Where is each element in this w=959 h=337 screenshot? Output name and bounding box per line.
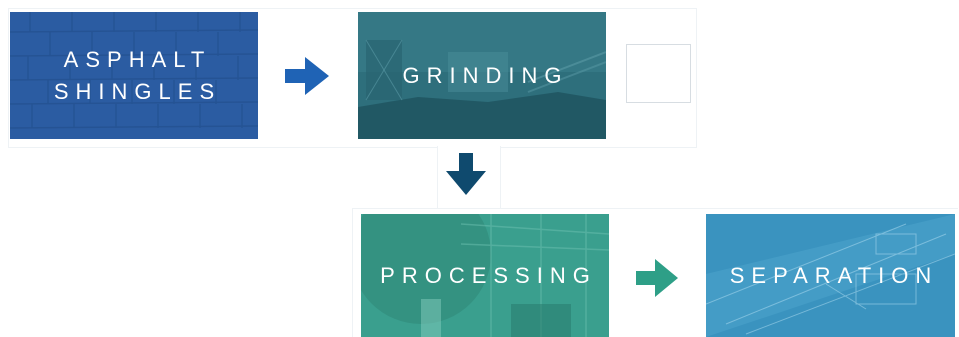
arrow-right-icon xyxy=(285,57,329,95)
arrow-right-icon xyxy=(636,259,678,297)
empty-placeholder-box xyxy=(626,44,691,103)
step-label-separation: SEPARATION xyxy=(729,262,939,288)
step-label-grinding: GRINDING xyxy=(402,62,569,88)
step-label-asphalt-shingles: ASPHALT SHINGLES xyxy=(53,46,222,104)
step-separation: SEPARATION xyxy=(706,214,955,337)
arrow-down-icon xyxy=(446,153,486,195)
step-label-processing: PROCESSING xyxy=(380,262,597,288)
step-grinding: GRINDING xyxy=(358,12,606,139)
step-processing: PROCESSING xyxy=(361,214,609,337)
step-asphalt-shingles: ASPHALT SHINGLES xyxy=(10,12,258,139)
